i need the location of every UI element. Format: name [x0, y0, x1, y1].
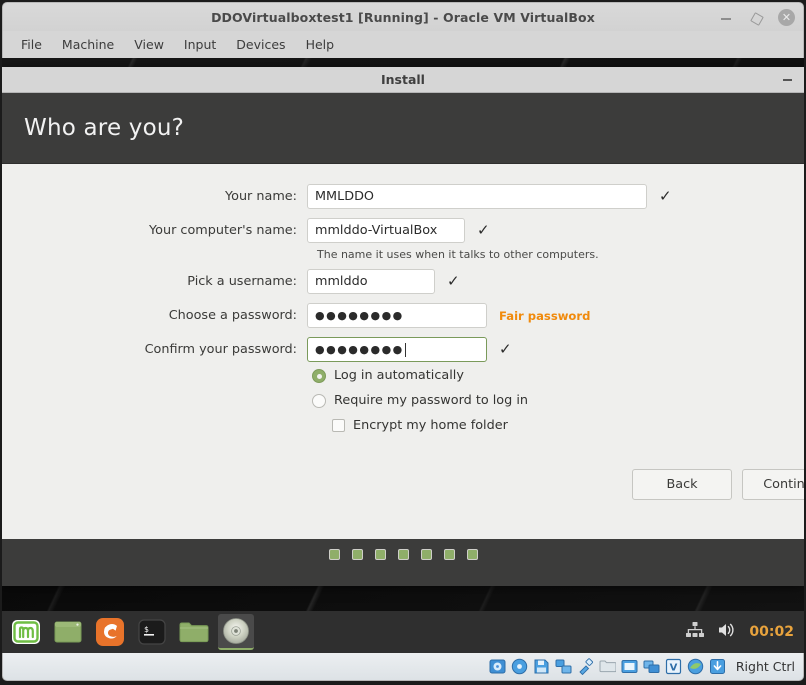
display-icon[interactable]: [621, 658, 638, 675]
minimize-button[interactable]: [718, 9, 735, 26]
guest-screen[interactable]: Install Who are you? Your name: MMLDDO ✓…: [2, 58, 804, 653]
optical-disk-icon[interactable]: [511, 658, 528, 675]
video-capture-icon[interactable]: [643, 658, 660, 675]
terminal-icon[interactable]: $: [134, 614, 170, 650]
username-valid-check-icon: ✓: [447, 272, 460, 290]
password-input[interactable]: ●●●●●●●●: [307, 303, 487, 328]
label-computer-name: Your computer's name:: [149, 223, 297, 238]
progress-indicator: [2, 549, 804, 560]
volume-icon[interactable]: [717, 621, 737, 643]
virtualbox-statusbar: V Right Ctrl: [2, 653, 804, 681]
installer-window-title: Install: [381, 72, 425, 87]
progress-dot: [420, 549, 432, 560]
menu-devices[interactable]: Devices: [226, 33, 295, 56]
username-input[interactable]: mmlddo: [307, 269, 435, 294]
maximize-button[interactable]: [748, 9, 765, 26]
computer-name-hint: The name it uses when it talks to other …: [317, 248, 599, 261]
installer-window: Install Who are you? Your name: MMLDDO ✓…: [2, 67, 804, 586]
back-button-label: Back: [632, 469, 732, 500]
field-row-password: Choose a password: ●●●●●●●● Fair passwor…: [142, 303, 590, 328]
option-log-in-automatically[interactable]: Log in automatically: [312, 368, 464, 383]
taskbar: $ 00:02: [2, 611, 804, 653]
text-cursor: [404, 342, 406, 357]
progress-dot: [374, 549, 386, 560]
progress-dot: [351, 549, 363, 560]
virtualbox-titlebar: DDOVirtualboxtest1 [Running] - Oracle VM…: [2, 2, 804, 31]
your-name-input[interactable]: MMLDDO: [307, 184, 647, 209]
virtualization-icon[interactable]: V: [665, 658, 682, 675]
confirm-password-valid-check-icon: ✓: [499, 340, 512, 358]
progress-dot: [466, 549, 478, 560]
installer-titlebar: Install: [2, 67, 804, 93]
menu-file[interactable]: File: [11, 33, 52, 56]
menu-help[interactable]: Help: [296, 33, 345, 56]
field-row-your-name: Your name: MMLDDO ✓: [142, 184, 672, 209]
host-key-icon[interactable]: [709, 658, 726, 675]
usb-icon[interactable]: [577, 658, 594, 676]
system-tray: 00:02: [685, 621, 794, 643]
virtualbox-window: DDOVirtualboxtest1 [Running] - Oracle VM…: [0, 0, 806, 685]
window-controls: ✕: [718, 3, 795, 32]
radio-require-password[interactable]: [312, 393, 326, 408]
mint-menu-icon[interactable]: [8, 614, 44, 650]
menu-machine[interactable]: Machine: [52, 33, 124, 56]
menubar: File Machine View Input Devices Help: [2, 31, 804, 58]
checkbox-encrypt-home-folder[interactable]: [332, 419, 345, 432]
progress-dot: [397, 549, 409, 560]
installer-footer: [2, 540, 804, 586]
label-encrypt-home-folder: Encrypt my home folder: [353, 418, 508, 433]
radio-log-in-automatically[interactable]: [312, 368, 326, 383]
progress-dot: [328, 549, 340, 560]
label-confirm-password: Confirm your password:: [144, 342, 297, 357]
menu-view[interactable]: View: [124, 33, 174, 56]
menu-input[interactable]: Input: [174, 33, 226, 56]
field-row-confirm-password: Confirm your password: ●●●●●●●● ✓: [142, 337, 512, 362]
firefox-icon[interactable]: [92, 614, 128, 650]
svg-text:$: $: [144, 625, 149, 634]
close-button[interactable]: ✕: [778, 9, 795, 26]
label-password: Choose a password:: [168, 308, 297, 323]
computer-name-input[interactable]: mmlddo-VirtualBox: [307, 218, 465, 243]
files-icon[interactable]: [176, 614, 212, 650]
continue-button[interactable]: Continue: [742, 469, 804, 500]
window-title: DDOVirtualboxtest1 [Running] - Oracle VM…: [211, 9, 595, 25]
clock[interactable]: 00:02: [749, 624, 794, 640]
continue-button-label: Continue: [742, 469, 804, 500]
installer-minimize-button[interactable]: [783, 67, 792, 93]
field-row-username: Pick a username: mmlddo ✓: [142, 269, 460, 294]
back-button[interactable]: Back: [632, 469, 732, 500]
password-masked-value: ●●●●●●●●: [315, 309, 404, 322]
option-encrypt-home-folder[interactable]: Encrypt my home folder: [332, 418, 508, 433]
confirm-password-input[interactable]: ●●●●●●●●: [307, 337, 487, 362]
floppy-icon[interactable]: [533, 658, 550, 675]
field-row-computer-name: Your computer's name: mmlddo-VirtualBox …: [142, 218, 490, 243]
installer-header: Who are you?: [2, 93, 804, 163]
password-strength-label: Fair password: [499, 308, 591, 323]
label-log-in-automatically: Log in automatically: [334, 368, 464, 383]
progress-dot: [443, 549, 455, 560]
installer-window-icon[interactable]: [218, 614, 254, 650]
page-title: Who are you?: [24, 115, 185, 141]
your-name-valid-check-icon: ✓: [659, 187, 672, 205]
computer-name-valid-check-icon: ✓: [477, 221, 490, 239]
show-desktop-icon[interactable]: [50, 614, 86, 650]
hard-disk-icon[interactable]: [489, 658, 506, 675]
network-icon[interactable]: [685, 621, 705, 643]
label-require-password: Require my password to log in: [334, 393, 528, 408]
host-key-label: Right Ctrl: [735, 659, 795, 674]
network-icon[interactable]: [555, 658, 572, 675]
label-username: Pick a username:: [187, 274, 297, 289]
mouse-integration-icon[interactable]: [687, 658, 704, 675]
label-your-name: Your name:: [225, 189, 297, 204]
shared-folder-icon[interactable]: [599, 658, 617, 675]
option-require-password[interactable]: Require my password to log in: [312, 393, 528, 408]
confirm-password-masked-value: ●●●●●●●●: [315, 343, 404, 356]
installer-form-area: Your name: MMLDDO ✓ Your computer's name…: [2, 163, 804, 539]
svg-text:V: V: [669, 663, 677, 674]
